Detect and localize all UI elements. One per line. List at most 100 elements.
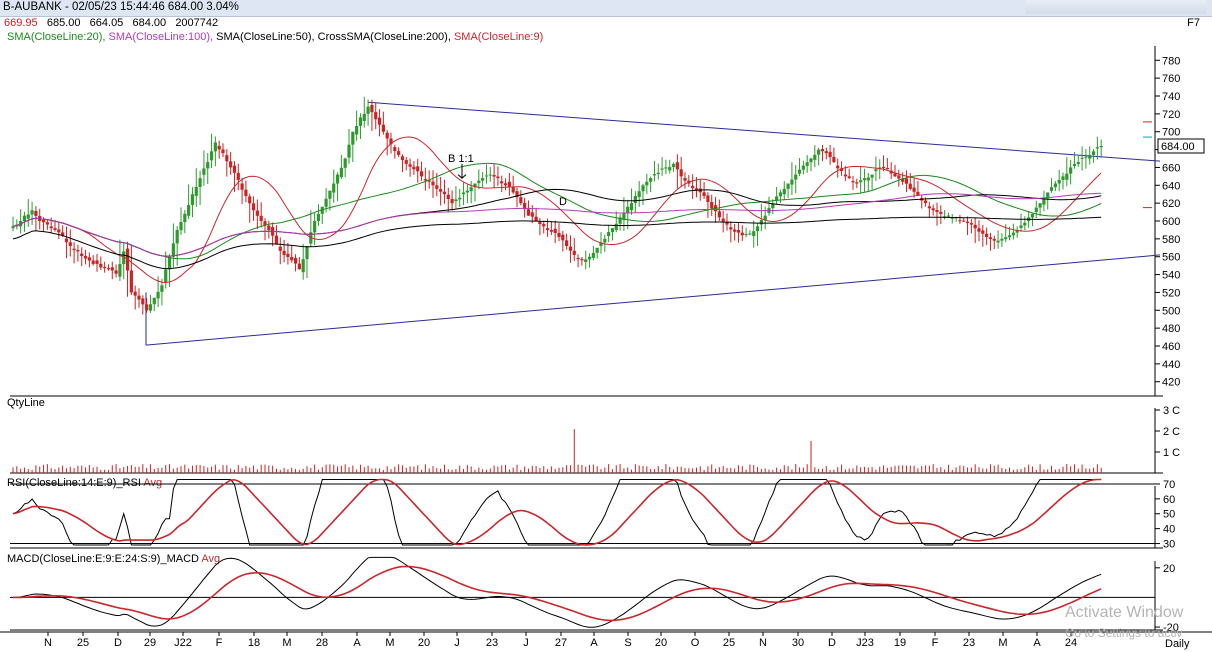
candle-body	[664, 167, 668, 169]
candle-body	[729, 227, 733, 230]
macd-tick-label: 20	[1163, 563, 1175, 575]
candle-body	[133, 291, 137, 296]
candle-body	[49, 226, 53, 229]
candle-body	[801, 165, 805, 170]
candle-body	[324, 198, 328, 207]
price-tick-label: 660	[1162, 162, 1180, 174]
candle-body	[805, 162, 809, 166]
candle-body	[565, 240, 569, 246]
candle-body	[809, 158, 813, 163]
x-tick-label: J	[523, 637, 529, 649]
price-tick-label: 420	[1162, 377, 1180, 389]
candle-body	[492, 174, 496, 177]
annotation-d: D	[559, 196, 567, 208]
candle-body	[519, 197, 523, 204]
candle-body	[603, 238, 607, 243]
rsi-panel-title: RSI(CloseLine:14:E:9)_RSI Avg	[7, 477, 162, 489]
candle-body	[374, 112, 378, 120]
rsi-avg-label: Avg	[143, 477, 162, 489]
candle-body	[500, 181, 504, 184]
candle-body	[1011, 232, 1015, 236]
candle-body	[160, 285, 164, 292]
candle-body	[179, 222, 183, 231]
x-tick-label: 18	[248, 637, 260, 649]
candle-body	[503, 183, 508, 186]
x-tick-label: 27	[555, 637, 567, 649]
candle-body	[538, 221, 542, 225]
candle-body	[637, 191, 641, 198]
candle-body	[175, 229, 179, 244]
candle-body	[740, 232, 744, 236]
candle-body	[431, 181, 435, 186]
candle-body	[832, 157, 836, 163]
x-tick-label: 30	[792, 637, 804, 649]
candle-body	[232, 165, 237, 173]
candle-body	[1049, 187, 1054, 191]
candle-body	[645, 181, 649, 186]
candle-body	[148, 304, 153, 311]
price-tick-label: 560	[1162, 252, 1180, 264]
candle-body	[156, 291, 160, 299]
candle-body	[366, 106, 370, 114]
candle-body	[904, 178, 909, 184]
x-tick-label: O	[691, 637, 700, 649]
candle-body	[797, 169, 802, 174]
x-tick-label: F	[216, 637, 223, 649]
candle-body	[958, 220, 962, 222]
candle-body	[339, 167, 343, 178]
candle-body	[542, 224, 546, 227]
candle-body	[30, 210, 34, 215]
candle-body	[1034, 207, 1038, 213]
candle-body	[786, 183, 790, 189]
candle-body	[404, 160, 408, 164]
candle-body	[935, 210, 939, 212]
candle-body	[1088, 155, 1092, 159]
candle-body	[141, 298, 145, 305]
price-tick-label: 760	[1162, 73, 1180, 85]
candle-body	[297, 263, 301, 270]
candle-body	[76, 250, 80, 252]
candle-body	[34, 210, 38, 216]
candle-body	[736, 229, 741, 233]
chart-canvas[interactable]: 7807607407207006806606406206005805605405…	[0, 0, 1212, 652]
candles-group	[11, 96, 1103, 315]
candle-body	[442, 191, 447, 195]
candle-body	[381, 124, 385, 132]
price-tick-label: 640	[1162, 180, 1180, 192]
candle-body	[1091, 151, 1096, 156]
candle-body	[530, 212, 534, 217]
x-tick-label: M	[282, 637, 291, 649]
candle-body	[251, 203, 256, 211]
candle-body	[946, 215, 951, 217]
candle-body	[164, 269, 168, 283]
candle-body	[748, 233, 752, 235]
candle-body	[557, 232, 561, 238]
candle-body	[526, 209, 531, 216]
candle-body	[332, 183, 336, 193]
candle-body	[377, 117, 382, 125]
candle-body	[633, 196, 637, 204]
candle-body	[206, 162, 210, 169]
candle-body	[1038, 203, 1042, 208]
price-tick-label: 780	[1162, 55, 1180, 67]
candle-body	[335, 174, 340, 184]
candle-body	[80, 253, 84, 257]
candle-body	[435, 185, 439, 189]
candle-body	[511, 187, 515, 193]
candle-body	[1099, 146, 1103, 148]
candle-body	[1065, 173, 1069, 180]
candle-body	[458, 197, 462, 200]
candle-body	[45, 222, 49, 225]
candle-body	[996, 240, 1000, 243]
candle-body	[282, 250, 286, 255]
candle-body	[400, 156, 405, 161]
candle-body	[1080, 157, 1084, 159]
candle-body	[561, 234, 565, 241]
sma50-line	[12, 188, 1102, 257]
candle-body	[824, 151, 828, 154]
candle-body	[1053, 183, 1057, 188]
x-tick-label: N	[44, 637, 52, 649]
x-tick-label: 19	[894, 637, 906, 649]
candle-body	[355, 125, 359, 135]
x-tick-label: A	[1033, 637, 1041, 649]
